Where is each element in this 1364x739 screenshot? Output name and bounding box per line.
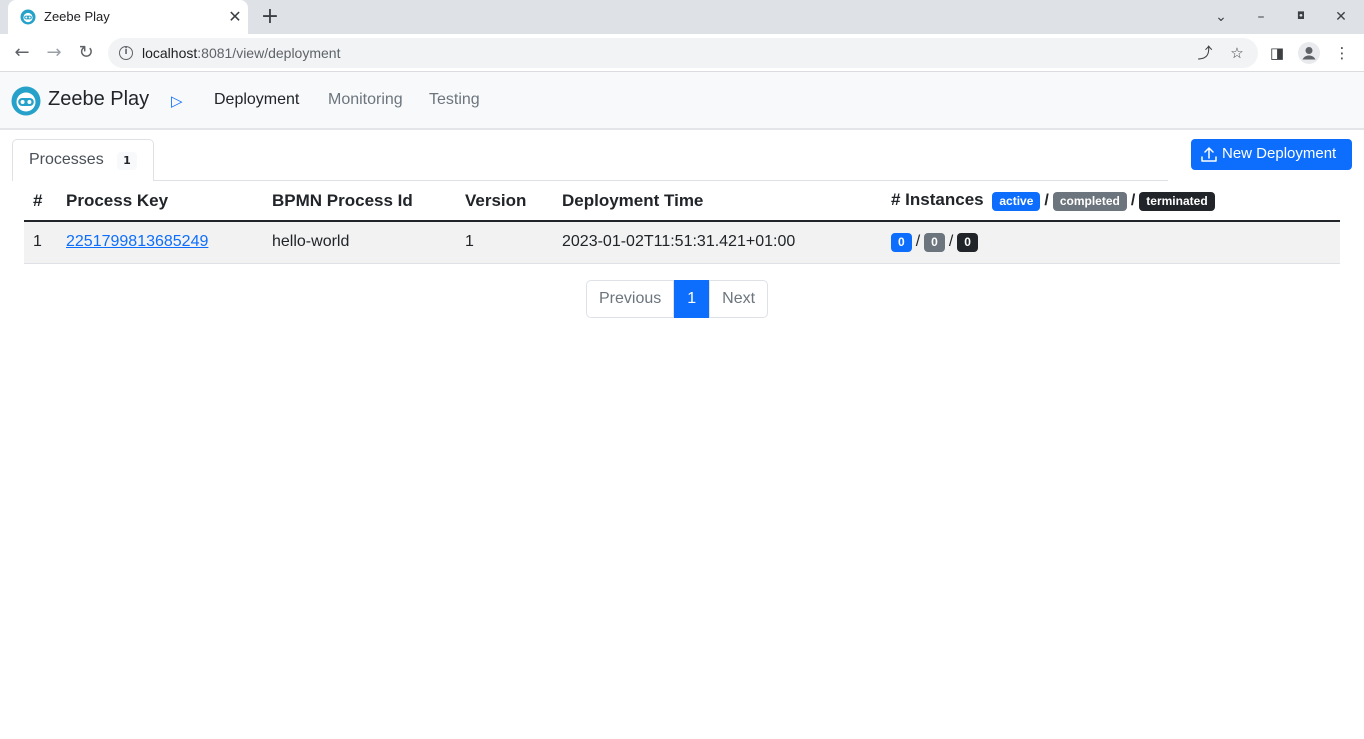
star-icon[interactable]: ☆ xyxy=(1228,44,1246,62)
browser-toolbar: ← → ↻ i localhost:8081/view/deployment ⤴… xyxy=(0,34,1364,72)
row-process-key-cell: 2251799813685249 xyxy=(57,221,263,264)
close-window-icon[interactable]: ✕ xyxy=(1330,6,1352,28)
maximize-icon[interactable]: ◘ xyxy=(1290,6,1312,28)
row-version: 1 xyxy=(456,221,553,264)
upload-icon xyxy=(1201,147,1217,162)
processes-table: # Process Key BPMN Process Id Version De… xyxy=(24,181,1340,264)
terminated-count-badge: 0 xyxy=(957,232,978,252)
table-header-row: # Process Key BPMN Process Id Version De… xyxy=(24,181,1340,222)
back-icon[interactable]: ← xyxy=(10,41,34,65)
instances-header-label: # Instances xyxy=(891,190,984,210)
row-instances: 0/0/0 xyxy=(882,221,1340,264)
zeebe-favicon-icon xyxy=(20,9,36,25)
completed-legend-badge: completed xyxy=(1052,191,1127,211)
play-icon: ▷ xyxy=(171,92,183,110)
browser-tab-title: Zeebe Play xyxy=(44,9,110,24)
next-page-button[interactable]: Next xyxy=(709,280,769,318)
col-instances: # Instances active / completed / terminated xyxy=(882,181,1340,222)
brand-name[interactable]: Zeebe Play xyxy=(48,88,149,111)
menu-icon[interactable]: ⋮ xyxy=(1332,43,1352,63)
col-process-key: Process Key xyxy=(57,181,263,222)
zeebe-logo-icon[interactable] xyxy=(11,86,41,116)
app-navbar: Zeebe Play ▷ Deployment Monitoring Testi… xyxy=(0,72,1364,130)
col-version: Version xyxy=(456,181,553,222)
previous-page-button[interactable]: Previous xyxy=(586,280,675,318)
col-bpmn-id: BPMN Process Id xyxy=(263,181,456,222)
profile-icon[interactable] xyxy=(1298,42,1320,64)
table-row: 1 2251799813685249 hello-world 1 2023-01… xyxy=(24,221,1340,264)
active-legend-badge: active xyxy=(992,191,1041,211)
tab-search-icon[interactable]: ⌄ xyxy=(1210,6,1232,28)
side-panel-icon[interactable]: ◨ xyxy=(1267,43,1287,63)
browser-tab[interactable]: Zeebe Play ✕ xyxy=(8,0,248,34)
tab-processes-label: Processes xyxy=(29,151,104,168)
close-tab-icon[interactable]: ✕ xyxy=(226,8,244,26)
processes-count-badge: 1 xyxy=(117,152,137,170)
col-index: # xyxy=(24,181,57,222)
new-deployment-button[interactable]: New Deployment xyxy=(1191,139,1352,170)
terminated-legend-badge: terminated xyxy=(1139,191,1215,211)
process-key-link[interactable]: 2251799813685249 xyxy=(66,233,208,250)
nav-testing[interactable]: Testing xyxy=(429,91,480,109)
new-tab-icon[interactable]: + xyxy=(258,5,282,29)
address-bar[interactable]: i localhost:8081/view/deployment ⤴ ☆ xyxy=(108,38,1258,68)
reload-icon[interactable]: ↻ xyxy=(74,41,98,65)
new-deployment-label: New Deployment xyxy=(1222,145,1337,162)
active-count-badge: 0 xyxy=(891,232,912,252)
browser-tab-bar: Zeebe Play ✕ + ⌄ – ◘ ✕ xyxy=(0,0,1364,34)
url-text[interactable]: localhost:8081/view/deployment xyxy=(142,45,340,61)
row-index: 1 xyxy=(24,221,57,264)
completed-count-badge: 0 xyxy=(924,232,945,252)
page-1-button[interactable]: 1 xyxy=(674,280,710,318)
tab-processes[interactable]: Processes 1 xyxy=(12,139,154,181)
share-icon[interactable]: ⤴ xyxy=(1196,44,1214,62)
nav-deployment[interactable]: Deployment xyxy=(214,91,299,109)
col-deployment-time: Deployment Time xyxy=(553,181,882,222)
info-icon[interactable]: i xyxy=(119,46,133,60)
forward-icon[interactable]: → xyxy=(42,41,66,65)
pagination: Previous 1 Next xyxy=(586,280,769,318)
minimize-icon[interactable]: – xyxy=(1250,6,1272,28)
row-deployment-time: 2023-01-02T11:51:31.421+01:00 xyxy=(553,221,882,264)
row-bpmn-id: hello-world xyxy=(263,221,456,264)
nav-monitoring[interactable]: Monitoring xyxy=(328,91,403,109)
